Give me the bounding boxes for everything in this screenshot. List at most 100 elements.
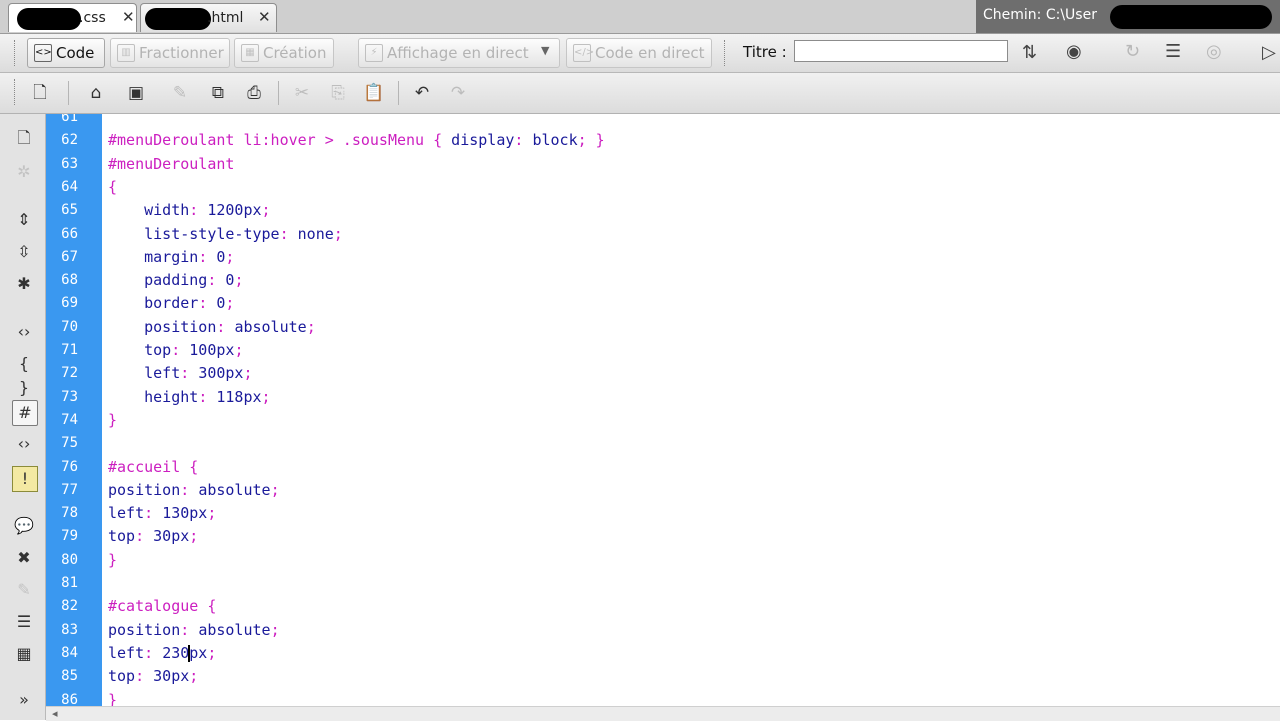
code-line[interactable]: #catalogue {: [108, 595, 216, 618]
chevron-down-icon[interactable]: ▼: [541, 44, 549, 57]
expand-all-icon[interactable]: ✱: [12, 272, 36, 296]
code-line[interactable]: #accueil {: [108, 456, 198, 479]
save-all-icon[interactable]: ⧉: [206, 81, 230, 105]
horizontal-scrollbar[interactable]: ◂: [46, 706, 1280, 721]
browse-bridge-icon[interactable]: ▣: [124, 81, 148, 105]
code-line[interactable]: margin: 0;: [108, 246, 234, 269]
code-line[interactable]: }: [108, 409, 117, 432]
apply-comment-icon[interactable]: 💬: [12, 514, 36, 538]
cut-icon[interactable]: ✂: [290, 81, 314, 105]
design-view-button[interactable]: ▦ Création: [234, 38, 334, 68]
code-line[interactable]: position: absolute;: [108, 316, 316, 339]
css-terminator: ;: [333, 224, 343, 243]
css-colon: :: [180, 480, 199, 499]
css-value: absolute: [198, 480, 271, 499]
recent-snippets-icon[interactable]: ☰: [12, 610, 36, 634]
file-management-icon[interactable]: ⇅: [1022, 42, 1037, 63]
more-arrow-icon[interactable]: ▷: [1262, 42, 1276, 63]
code-line[interactable]: list-style-type: none;: [108, 223, 343, 246]
show-code-navigator-icon[interactable]: ✲: [12, 160, 36, 184]
tab-css-file[interactable]: .css ✕: [8, 3, 137, 32]
code-line[interactable]: border: 0;: [108, 292, 234, 315]
move-css-icon[interactable]: ▦: [12, 642, 36, 666]
toolbar-grip[interactable]: [14, 79, 18, 105]
redo-icon[interactable]: ↷: [446, 81, 470, 105]
css-selector: #menuDeroulant li:hover > .sousMenu: [108, 131, 425, 150]
new-document-icon[interactable]: 🗋: [28, 81, 52, 105]
wrap-tag-icon[interactable]: ✎: [12, 578, 36, 602]
tab-html-file[interactable]: .html ✕: [140, 3, 277, 32]
remove-comment-icon[interactable]: ✖: [12, 546, 36, 570]
code-line[interactable]: width: 1200px;: [108, 199, 270, 222]
highlight-invalid-code-icon[interactable]: ‹›: [12, 432, 36, 456]
code-line[interactable]: height: 118px;: [108, 386, 270, 409]
open-icon[interactable]: ⌂: [84, 81, 108, 105]
collapse-selection-icon[interactable]: ⇳: [12, 240, 36, 264]
css-colon: :: [144, 643, 163, 662]
undo-icon[interactable]: ↶: [410, 81, 434, 105]
tab-close-icon[interactable]: ✕: [258, 8, 271, 26]
file-path: Chemin: C:\User: [983, 7, 1097, 23]
syntax-error-alerts-icon[interactable]: !: [12, 466, 38, 492]
live-code-button[interactable]: </> Code en direct: [566, 38, 712, 68]
line-number: 66: [61, 225, 78, 242]
code-line[interactable]: padding: 0;: [108, 269, 243, 292]
live-view-label: Affichage en direct: [387, 44, 529, 62]
code-line[interactable]: }: [108, 689, 117, 707]
paste-icon[interactable]: 📋: [362, 81, 386, 105]
code-line[interactable]: left: 230px;: [108, 642, 216, 665]
code-line[interactable]: left: 130px;: [108, 502, 216, 525]
select-parent-tag-icon[interactable]: ‹›: [12, 320, 36, 344]
code-line[interactable]: {: [108, 176, 117, 199]
css-value: 130px: [162, 504, 208, 523]
line-number: 74: [61, 411, 78, 428]
preview-browser-icon[interactable]: ◉: [1066, 41, 1082, 62]
css-value: px: [189, 643, 208, 662]
code-line[interactable]: }: [108, 549, 117, 572]
css-property: width: [144, 201, 190, 220]
css-property: top: [108, 527, 136, 546]
code-line[interactable]: left: 300px;: [108, 362, 252, 385]
toolbar-grip[interactable]: [14, 40, 18, 66]
open-documents-icon[interactable]: 🗋: [12, 126, 36, 150]
redacted-filename: [17, 8, 81, 30]
code-view-button[interactable]: <> Code: [27, 38, 105, 68]
view-options-icon[interactable]: ☰: [1165, 41, 1181, 62]
line-number: 79: [61, 528, 78, 545]
code-line[interactable]: #menuDeroulant li:hover > .sousMenu { di…: [108, 129, 605, 152]
redacted-filename: [145, 8, 211, 30]
code-line[interactable]: top: 30px;: [108, 525, 198, 548]
line-number: 81: [61, 575, 78, 591]
balance-braces-icon[interactable]: { }: [12, 352, 36, 397]
print-icon[interactable]: ⎙: [242, 81, 266, 105]
code-line[interactable]: top: 30px;: [108, 665, 198, 688]
line-number: 63: [61, 155, 78, 172]
css-colon: :: [189, 201, 208, 220]
code-line[interactable]: position: absolute;: [108, 619, 280, 642]
collapse-full-tag-icon[interactable]: ⇕: [12, 208, 36, 232]
line-number: 68: [61, 272, 78, 289]
chevron-down-icon[interactable]: »: [12, 688, 36, 712]
toolbar-separator: [68, 81, 69, 105]
line-numbers-icon[interactable]: #: [12, 400, 38, 426]
tab-close-icon[interactable]: ✕: [122, 8, 135, 26]
line-number: 80: [61, 551, 78, 568]
scroll-left-icon[interactable]: ◂: [52, 707, 58, 721]
css-property: display: [451, 131, 515, 150]
title-input[interactable]: [794, 40, 1008, 62]
refresh-icon[interactable]: ↻: [1125, 41, 1140, 62]
code-line[interactable]: top: 100px;: [108, 339, 243, 362]
live-code-icon: </>: [573, 44, 594, 62]
copy-icon[interactable]: ⎘: [326, 81, 350, 105]
css-brace: }: [108, 410, 118, 429]
live-view-button[interactable]: ⚡ Affichage en direct ▼: [358, 38, 560, 68]
code-line[interactable]: #menuDeroulant: [108, 153, 234, 176]
code-editor[interactable]: #menuDeroulant li:hover > .sousMenu { di…: [102, 114, 1280, 706]
save-icon[interactable]: ✎: [168, 81, 192, 105]
toolbar-grip[interactable]: [724, 40, 728, 66]
visual-aids-icon[interactable]: ◎: [1206, 41, 1222, 62]
code-line[interactable]: position: absolute;: [108, 479, 280, 502]
split-view-button[interactable]: ▥ Fractionner: [110, 38, 230, 68]
